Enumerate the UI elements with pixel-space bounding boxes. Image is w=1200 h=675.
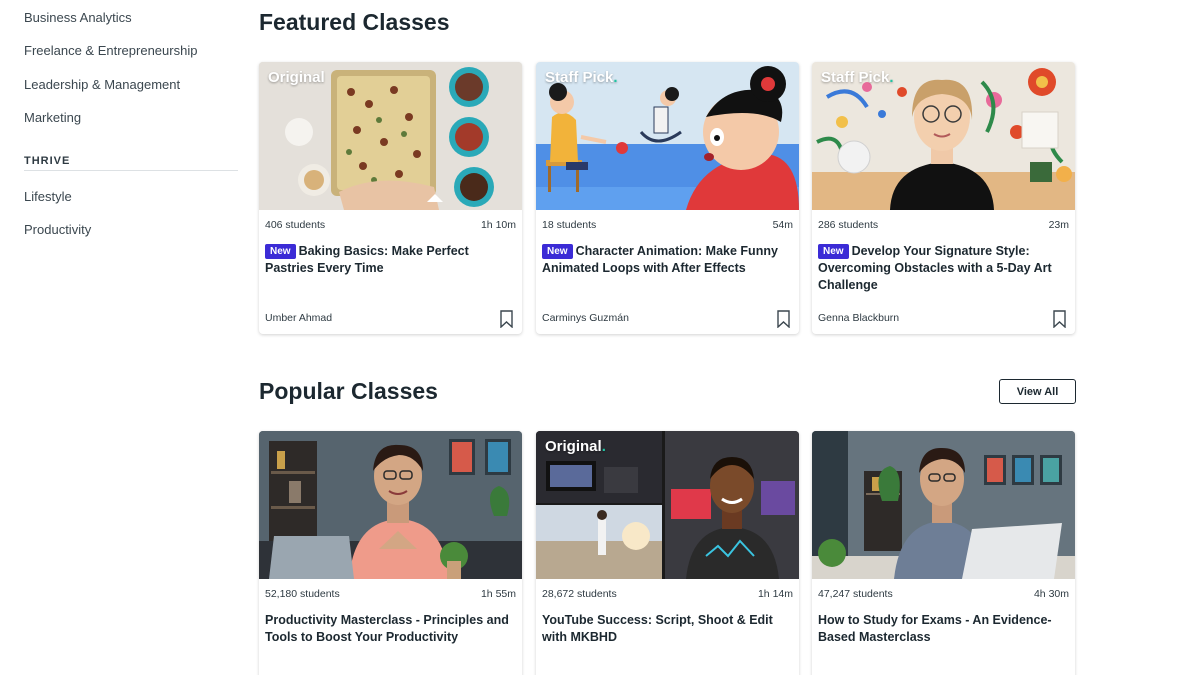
student-count: 47,247 students	[818, 588, 893, 600]
sidebar-divider	[24, 170, 238, 171]
class-thumbnail: Original.	[536, 431, 799, 579]
class-title[interactable]: How to Study for Exams - An Evidence-Bas…	[818, 612, 1067, 646]
class-badge: Original.	[545, 438, 606, 455]
class-title[interactable]: Productivity Masterclass - Principles an…	[265, 612, 514, 646]
teacher-name[interactable]: Genna Blackburn	[818, 312, 899, 324]
class-duration: 1h 55m	[480, 588, 516, 600]
class-title[interactable]: Develop Your Signature Style: Overcoming…	[818, 244, 1052, 292]
class-duration: 4h 30m	[1033, 588, 1069, 600]
featured-class-card[interactable]: Original 406 students 1h 10m New Baking B…	[259, 62, 522, 334]
new-badge: New	[818, 244, 849, 259]
new-badge: New	[265, 244, 296, 259]
view-all-button[interactable]: View All	[999, 379, 1076, 404]
sidebar-section-heading: THRIVE	[24, 155, 71, 167]
student-count: 52,180 students	[265, 588, 340, 600]
sidebar-item-productivity[interactable]: Productivity	[24, 222, 91, 237]
class-title[interactable]: Character Animation: Make Funny Animated…	[542, 244, 778, 275]
class-badge: Original	[268, 69, 325, 86]
popular-section-title: Popular Classes	[259, 378, 438, 404]
student-count: 28,672 students	[542, 588, 617, 600]
class-thumbnail: Staff Pick.	[536, 62, 799, 210]
popular-class-card[interactable]: 47,247 students 4h 30m How to Study for …	[812, 431, 1075, 675]
class-badge: Staff Pick.	[545, 69, 618, 86]
class-title[interactable]: YouTube Success: Script, Shoot & Edit wi…	[542, 612, 791, 646]
class-thumbnail: Original	[259, 62, 522, 210]
sidebar-item-marketing[interactable]: Marketing	[24, 110, 81, 125]
sidebar-item-leadership-management[interactable]: Leadership & Management	[24, 77, 180, 92]
featured-class-card[interactable]: Staff Pick. 18 students 54m New Character…	[536, 62, 799, 334]
class-thumbnail	[259, 431, 522, 579]
sidebar-item-freelance-entrepreneurship[interactable]: Freelance & Entrepreneurship	[24, 43, 197, 58]
student-count: 406 students	[265, 219, 326, 231]
class-badge: Staff Pick.	[821, 69, 894, 86]
popular-class-card[interactable]: Original. 28,672 students 1h 14m YouTube…	[536, 431, 799, 675]
class-title-container: New Character Animation: Make Funny Anima…	[542, 243, 791, 277]
popular-class-card[interactable]: 52,180 students 1h 55m Productivity Mast…	[259, 431, 522, 675]
teacher-name[interactable]: Umber Ahmad	[265, 312, 332, 324]
class-duration: 1h 10m	[480, 219, 516, 231]
class-title-container: New Develop Your Signature Style: Overcom…	[818, 243, 1067, 294]
bookmark-icon[interactable]	[500, 310, 513, 328]
new-badge: New	[542, 244, 573, 259]
student-count: 286 students	[818, 219, 879, 231]
class-title-container: New Baking Basics: Make Perfect Pastries …	[265, 243, 514, 277]
teacher-name[interactable]: Carminys Guzmán	[542, 312, 629, 324]
class-title[interactable]: Baking Basics: Make Perfect Pastries Eve…	[265, 244, 469, 275]
student-count: 18 students	[542, 219, 597, 231]
sidebar-item-lifestyle[interactable]: Lifestyle	[24, 189, 72, 204]
featured-class-card[interactable]: Staff Pick. 286 students 23m New Develop …	[812, 62, 1075, 334]
bookmark-icon[interactable]	[1053, 310, 1066, 328]
class-duration: 1h 14m	[757, 588, 793, 600]
sidebar-item-business-analytics[interactable]: Business Analytics	[24, 10, 132, 25]
featured-section-title: Featured Classes	[259, 9, 450, 35]
class-duration: 23m	[1048, 219, 1069, 231]
class-thumbnail: Staff Pick.	[812, 62, 1075, 210]
sidebar: Business Analytics Freelance & Entrepren…	[0, 0, 240, 675]
class-duration: 54m	[772, 219, 793, 231]
bookmark-icon[interactable]	[777, 310, 790, 328]
class-thumbnail	[812, 431, 1075, 579]
